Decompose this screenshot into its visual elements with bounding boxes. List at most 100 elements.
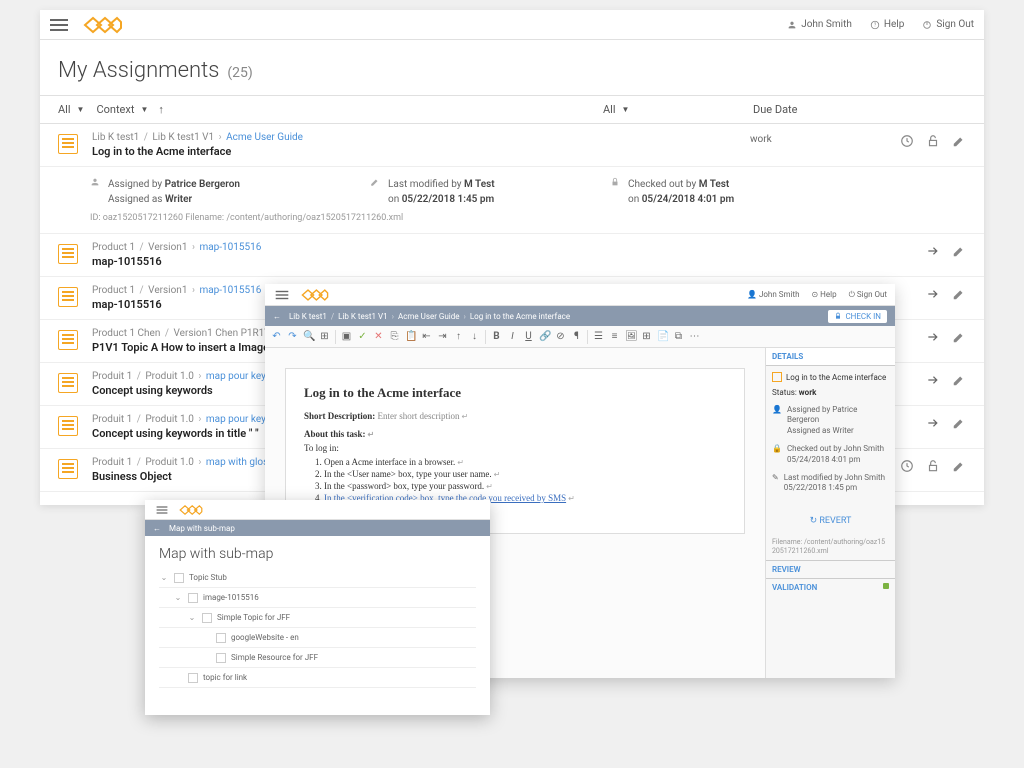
breadcrumb-link[interactable]: map-1015516 [199,285,261,296]
breadcrumb-link[interactable]: Acme User Guide [226,132,303,143]
underline-icon[interactable]: U [523,331,534,342]
more-icon[interactable]: ⋯ [689,331,700,342]
about-label[interactable]: About this task: [304,429,726,439]
edit-icon[interactable] [952,416,966,430]
row-actions [926,285,966,301]
arrow-right-icon[interactable] [926,373,940,387]
assignment-row[interactable]: Product 1 / Version1 › map-1015516map-10… [40,234,984,277]
filter-duedate[interactable]: Due Date [753,103,797,116]
history-icon[interactable] [900,134,914,148]
filter-all-2[interactable]: All [603,103,616,116]
details-tab[interactable]: DETAILS [766,348,895,366]
tags-icon[interactable]: ⊞ [319,331,330,342]
editor-breadcrumb: Lib K test1/Lib K test1 V1›Acme User Gui… [289,312,828,321]
edit-icon[interactable] [952,287,966,301]
node-label: Simple Resource for JFF [231,653,318,662]
arrow-right-icon[interactable] [926,244,940,258]
signout-button[interactable]: Sign Out [922,19,974,30]
topic-icon [772,372,782,382]
movedown-icon[interactable]: ↓ [469,331,480,342]
outdent-icon[interactable]: ⇤ [421,331,432,342]
sort-arrow-icon[interactable]: ↑ [158,103,164,116]
table-icon[interactable]: ⊞ [641,331,652,342]
topic-icon [58,459,78,479]
italic-icon[interactable]: I [507,331,518,342]
unlock-icon[interactable] [926,134,940,148]
doc-title[interactable]: Log in to the Acme interface [304,385,726,401]
editor-signout[interactable]: ⏻ Sign Out [849,290,887,300]
chevron-icon[interactable]: ⌄ [173,593,183,602]
tree-node[interactable]: topic for link [159,668,476,688]
image-icon[interactable]: 🖼 [625,331,636,342]
moveup-icon[interactable]: ↑ [453,331,464,342]
hamburger-menu[interactable] [157,504,168,515]
tree-node[interactable]: googleWebsite - en [159,628,476,648]
checkin-button[interactable]: CHECK IN [828,310,887,323]
back-arrow-icon[interactable]: ← [153,524,161,533]
assignment-row-expanded[interactable]: Lib K test1 / Lib K test1 V1 › Acme User… [40,124,984,167]
list-ol-icon[interactable]: ≡ [609,331,620,342]
validation-tab[interactable]: VALIDATION [766,578,895,596]
unlink-icon[interactable]: ⊘ [555,331,566,342]
breadcrumb-link[interactable]: map-1015516 [199,242,261,253]
edit-icon[interactable] [952,459,966,473]
indent-icon[interactable]: ⇥ [437,331,448,342]
element-icon[interactable]: ▣ [341,331,352,342]
bold-icon[interactable]: B [491,331,502,342]
delete-icon[interactable]: ✕ [373,331,384,342]
help-button[interactable]: ? Help [870,19,904,30]
filter-context[interactable]: Context [96,103,134,116]
revert-button[interactable]: ↻ REVERT [766,508,895,534]
hamburger-menu[interactable] [276,288,289,301]
row-actions [926,328,966,344]
copy-icon[interactable]: ⎘ [389,331,400,342]
hamburger-menu[interactable] [50,16,68,34]
back-arrow-icon[interactable]: ← [273,312,281,321]
review-tab[interactable]: REVIEW [766,560,895,578]
caret-icon: ▼ [77,105,85,114]
user-menu[interactable]: John Smith [787,19,852,30]
editor-help[interactable]: ⊙ Help [811,290,836,300]
paste-icon[interactable]: 📋 [405,331,416,342]
note-icon[interactable]: 📄 [657,331,668,342]
code-icon[interactable]: ⧉ [673,331,684,342]
history-icon[interactable] [900,459,914,473]
node-icon [174,573,184,583]
edit-icon[interactable] [952,373,966,387]
redo-icon[interactable]: ↷ [287,331,298,342]
link-icon[interactable]: 🔗 [539,331,550,342]
editor-breadcrumb-bar: ← Lib K test1/Lib K test1 V1›Acme User G… [265,306,895,326]
edit-icon[interactable] [952,244,966,258]
details-filename: Filename: /content/authoring/oaz15205172… [766,534,895,560]
paragraph-icon[interactable]: ¶ [571,331,582,342]
person-icon [787,20,797,30]
topic-icon [58,287,78,307]
list-ul-icon[interactable]: ☰ [593,331,604,342]
user-name: John Smith [801,19,852,30]
row-title: map-1015516 [92,255,926,268]
tree-node[interactable]: ⌄ Simple Topic for JFF [159,608,476,628]
short-description[interactable]: Short Description: Enter short descripti… [304,411,726,421]
check-icon[interactable]: ✓ [357,331,368,342]
arrow-right-icon[interactable] [926,416,940,430]
search-icon[interactable]: 🔍 [303,331,314,342]
chevron-icon[interactable]: ⌄ [187,613,197,622]
power-icon [922,20,932,30]
arrow-right-icon[interactable] [926,330,940,344]
node-label: image-1015516 [203,593,259,602]
undo-icon[interactable]: ↶ [271,331,282,342]
unlock-icon[interactable] [926,459,940,473]
tree-node[interactable]: Simple Resource for JFF [159,648,476,668]
tree-node[interactable]: ⌄Topic Stub [159,568,476,588]
row-actions [926,371,966,387]
arrow-right-icon[interactable] [926,287,940,301]
edit-icon[interactable] [952,330,966,344]
tologin-label[interactable]: To log in: [304,443,726,453]
filter-all[interactable]: All [58,103,71,116]
node-label: Simple Topic for JFF [217,613,290,622]
chevron-icon[interactable]: ⌄ [159,573,169,582]
row-actions [900,132,966,148]
edit-icon[interactable] [952,134,966,148]
tree-node[interactable]: ⌄ image-1015516 [159,588,476,608]
editor-user[interactable]: 👤 John Smith [747,290,799,300]
